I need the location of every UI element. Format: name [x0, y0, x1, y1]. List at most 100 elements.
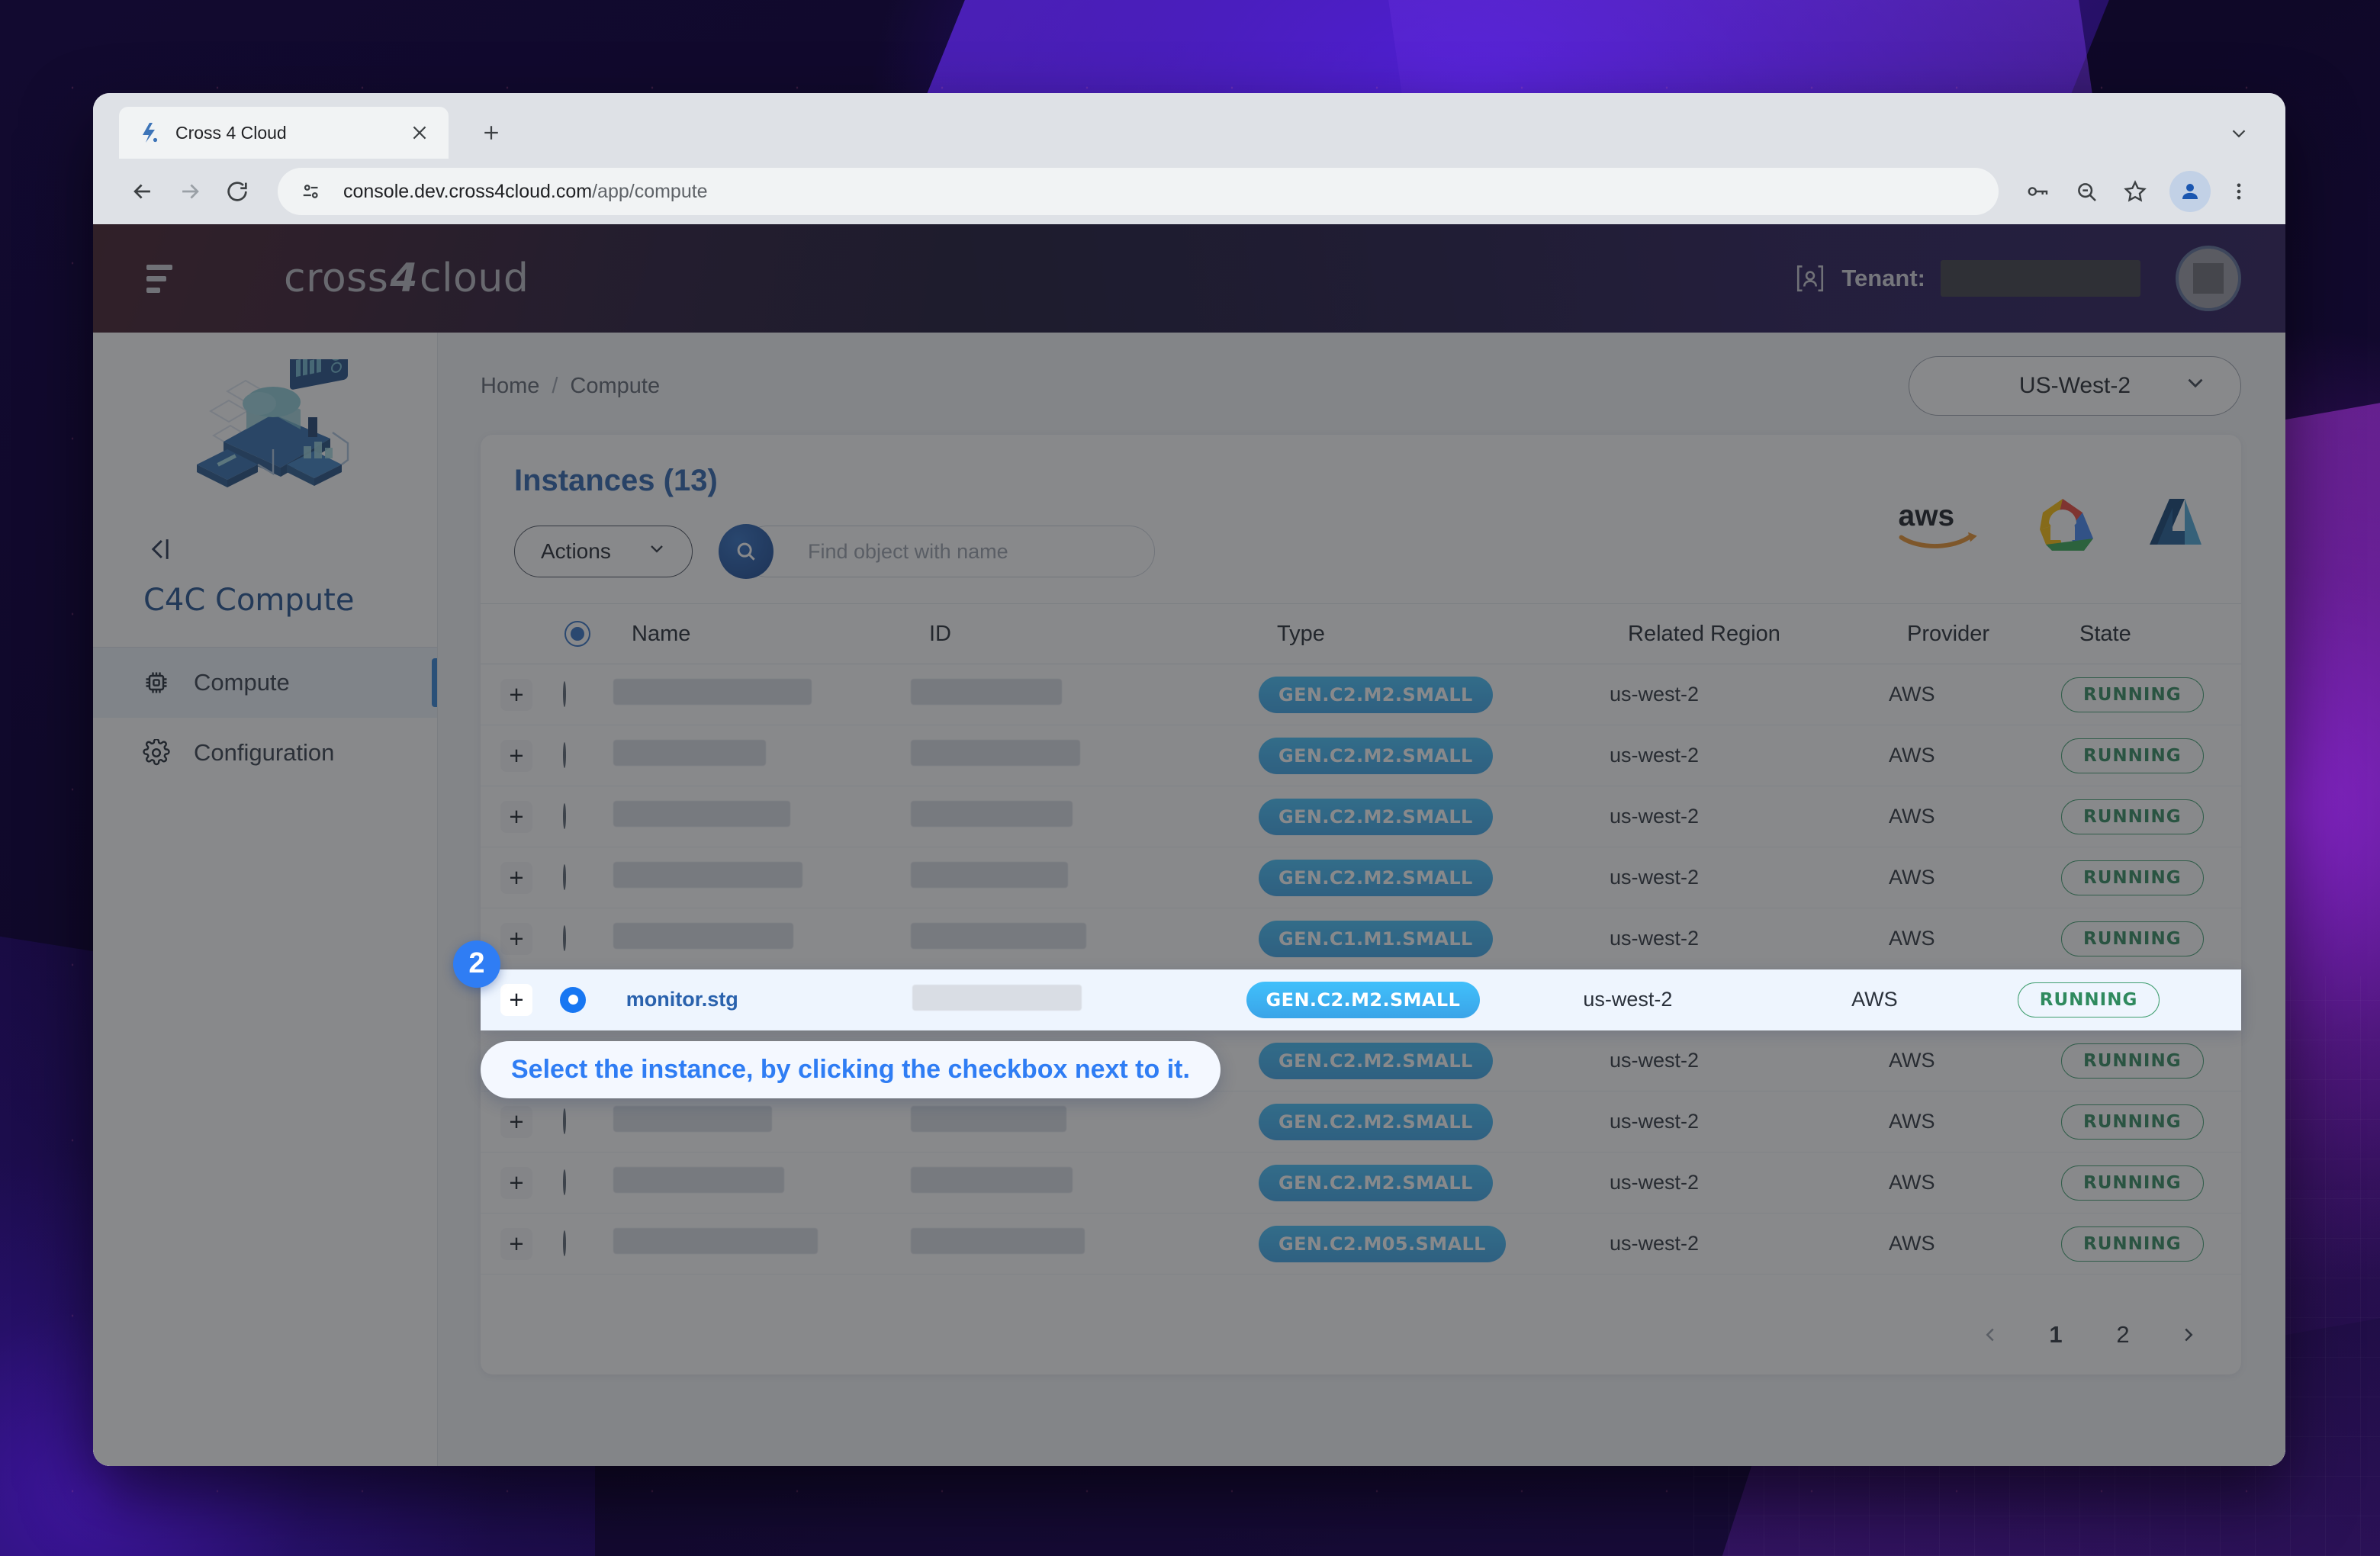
row-select-cell[interactable]: [546, 1152, 613, 1214]
row-expand-cell[interactable]: +: [481, 786, 546, 847]
table-row[interactable]: + GEN.C2.M2.SMALL us-west-2AWSRUNNING: [481, 725, 2241, 786]
instance-name-link[interactable]: monitor.stg: [626, 988, 738, 1011]
radio-selected-icon[interactable]: [564, 621, 590, 647]
row-region-cell: us-west-2: [1610, 847, 1889, 908]
row-name-cell[interactable]: [613, 908, 911, 969]
row-select-cell[interactable]: [546, 1213, 613, 1275]
row-expand-cell[interactable]: +: [481, 664, 546, 725]
table-header-id[interactable]: ID: [911, 603, 1259, 664]
row-provider-cell: AWS: [1889, 1030, 2061, 1091]
highlighted-instance-row[interactable]: + monitor.stg GEN.C2.M2.SMALL us-west-2 …: [481, 969, 2241, 1030]
tenant-display: Tenant:: [1794, 260, 2140, 297]
chevron-down-icon[interactable]: [2224, 119, 2253, 148]
three-dot-menu-icon[interactable]: [2218, 171, 2259, 212]
page-settings-icon[interactable]: [293, 172, 331, 211]
chevron-right-icon[interactable]: [2173, 1323, 2205, 1346]
search-input[interactable]: Find object with name: [741, 526, 1155, 577]
table-row[interactable]: + GEN.C2.M2.SMALL us-west-2AWSRUNNING: [481, 664, 2241, 725]
sidebar-item-compute[interactable]: Compute: [93, 648, 437, 718]
brand-logo: cross 4 cloud: [284, 256, 529, 301]
user-avatar-icon[interactable]: [2176, 246, 2241, 311]
plus-icon[interactable]: +: [500, 1227, 532, 1260]
row-expand-cell[interactable]: +: [481, 1213, 546, 1275]
radio-unselected-icon[interactable]: [563, 742, 566, 768]
hamburger-menu-icon[interactable]: [136, 256, 182, 301]
breadcrumb-home[interactable]: Home: [481, 374, 539, 399]
close-icon[interactable]: [407, 121, 432, 145]
plus-icon[interactable]: +: [500, 922, 532, 955]
table-header-name[interactable]: Name: [613, 603, 911, 664]
row-type-cell: GEN.C2.M05.SMALL: [1259, 1213, 1610, 1275]
plus-icon[interactable]: +: [500, 983, 532, 1016]
sidebar-item-label: Configuration: [194, 739, 335, 766]
plus-icon[interactable]: +: [500, 800, 532, 833]
instance-id-redacted: [911, 862, 1068, 888]
row-expand-cell[interactable]: +: [481, 725, 546, 786]
radio-unselected-icon[interactable]: [563, 925, 566, 951]
brand-part-2: cloud: [420, 256, 529, 301]
row-name-cell[interactable]: [613, 1213, 911, 1275]
plus-icon[interactable]: +: [500, 678, 532, 711]
region-select[interactable]: US-West-2: [1909, 356, 2241, 416]
row-name-cell[interactable]: [613, 847, 911, 908]
zoom-out-icon[interactable]: [2066, 171, 2107, 212]
row-expand-cell[interactable]: +: [481, 1091, 546, 1153]
profile-avatar-icon[interactable]: [2169, 171, 2211, 212]
row-name-cell[interactable]: [613, 725, 911, 786]
sidebar-item-configuration[interactable]: Configuration: [93, 718, 437, 788]
page-2-button[interactable]: 2: [2105, 1321, 2140, 1349]
radio-selected-icon[interactable]: [560, 986, 587, 1013]
row-name-cell[interactable]: [613, 786, 911, 847]
table-row[interactable]: + GEN.C2.M2.SMALL us-west-2AWSRUNNING: [481, 786, 2241, 847]
address-bar[interactable]: console.dev.cross4cloud.com/app/compute: [278, 168, 1999, 215]
arrow-left-icon[interactable]: [119, 168, 166, 215]
collapse-panel-icon[interactable]: [93, 523, 437, 566]
radio-unselected-icon[interactable]: [563, 681, 566, 707]
reload-icon[interactable]: [214, 168, 261, 215]
row-expand-cell[interactable]: +: [481, 847, 546, 908]
plus-icon[interactable]: +: [500, 739, 532, 772]
row-select-cell[interactable]: [546, 786, 613, 847]
card-header: Instances (13) aws Actions Find object w…: [481, 435, 2241, 579]
row-name-cell[interactable]: [613, 1152, 911, 1214]
table-row[interactable]: + GEN.C2.M2.SMALL us-west-2AWSRUNNING: [481, 847, 2241, 908]
plus-icon[interactable]: +: [500, 861, 532, 894]
row-state-cell: RUNNING: [2061, 1091, 2241, 1153]
password-key-icon[interactable]: [2017, 171, 2058, 212]
chevron-left-icon[interactable]: [1974, 1323, 2006, 1346]
row-select-cell[interactable]: [546, 847, 613, 908]
table-row[interactable]: + GEN.C1.M1.SMALL us-west-2 AWS RUNNING: [481, 908, 2241, 969]
row-name-cell[interactable]: [613, 1091, 911, 1153]
row-select-cell[interactable]: [546, 908, 613, 969]
radio-unselected-icon[interactable]: [563, 1169, 566, 1195]
table-row[interactable]: + GEN.C2.M2.SMALL us-west-2AWSRUNNING: [481, 1152, 2241, 1214]
table-row[interactable]: + GEN.C2.M05.SMALL us-west-2 AWS RUNNING: [481, 1213, 2241, 1275]
table-row[interactable]: + GEN.C2.M2.SMALL us-west-2AWSRUNNING: [481, 1091, 2241, 1153]
row-select-cell[interactable]: [546, 725, 613, 786]
bookmark-star-icon[interactable]: [2115, 171, 2156, 212]
row-select-cell[interactable]: [546, 1091, 613, 1153]
actions-dropdown[interactable]: Actions: [514, 526, 693, 577]
plus-icon[interactable]: +: [500, 1105, 532, 1138]
radio-unselected-icon[interactable]: [563, 1230, 566, 1256]
plus-icon[interactable]: +: [500, 1166, 532, 1199]
browser-tab[interactable]: Cross 4 Cloud: [119, 107, 449, 159]
table-header-select-all[interactable]: [546, 603, 613, 664]
table-header-type[interactable]: Type: [1259, 603, 1610, 664]
radio-unselected-icon[interactable]: [563, 803, 566, 829]
new-tab-button[interactable]: [474, 116, 508, 149]
row-expand-cell[interactable]: +: [481, 1152, 546, 1214]
google-cloud-logo-icon: [2026, 494, 2099, 559]
search-icon[interactable]: [719, 524, 774, 579]
radio-unselected-icon[interactable]: [563, 1108, 566, 1134]
table-header-provider[interactable]: Provider: [1889, 603, 2061, 664]
page-1-button[interactable]: 1: [2038, 1321, 2073, 1349]
row-name-cell[interactable]: [613, 664, 911, 725]
row-select-cell[interactable]: [546, 664, 613, 725]
table-header-state[interactable]: State: [2061, 603, 2241, 664]
arrow-right-icon[interactable]: [166, 168, 214, 215]
table-header-related-region[interactable]: Related Region: [1610, 603, 1889, 664]
radio-unselected-icon[interactable]: [563, 864, 566, 890]
table-header-expand: [481, 603, 546, 664]
header-right-group: Tenant:: [1794, 246, 2241, 311]
